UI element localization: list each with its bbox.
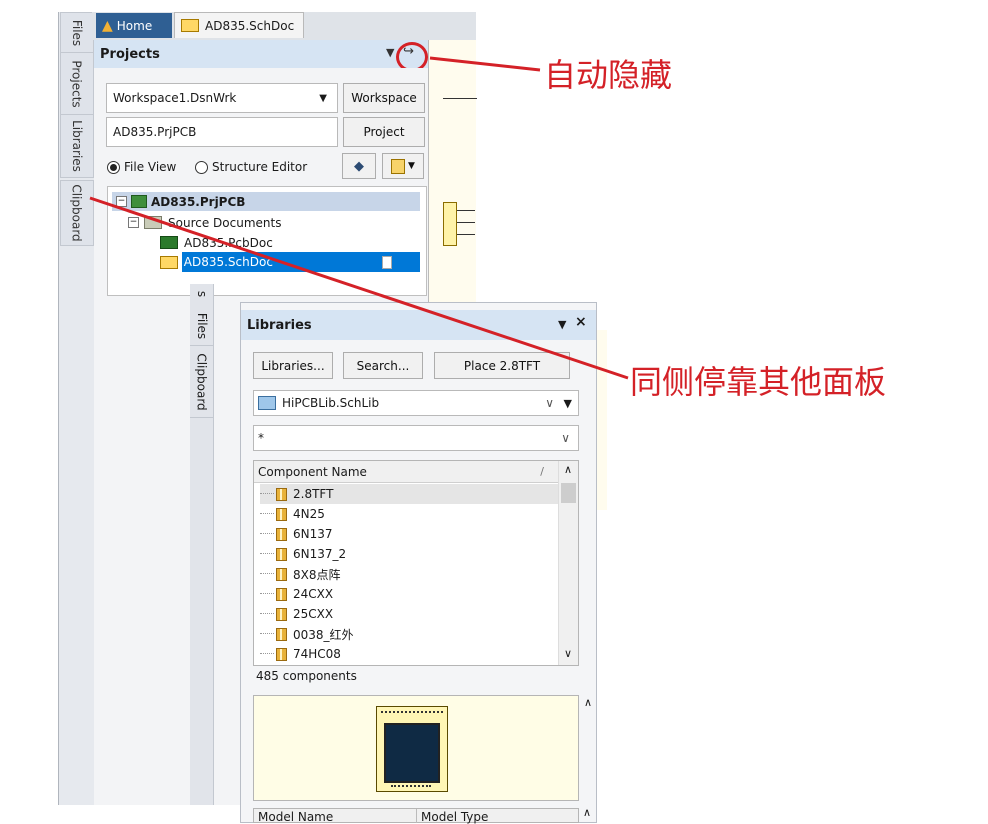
dock-arrow xyxy=(89,196,629,380)
auto-hide-arrow xyxy=(429,56,541,72)
annotation-arrows xyxy=(89,56,629,380)
annotation-auto-hide: 自动隐藏 xyxy=(544,56,673,94)
annotation-dock-same-side: 同侧停靠其他面板 xyxy=(630,363,887,401)
